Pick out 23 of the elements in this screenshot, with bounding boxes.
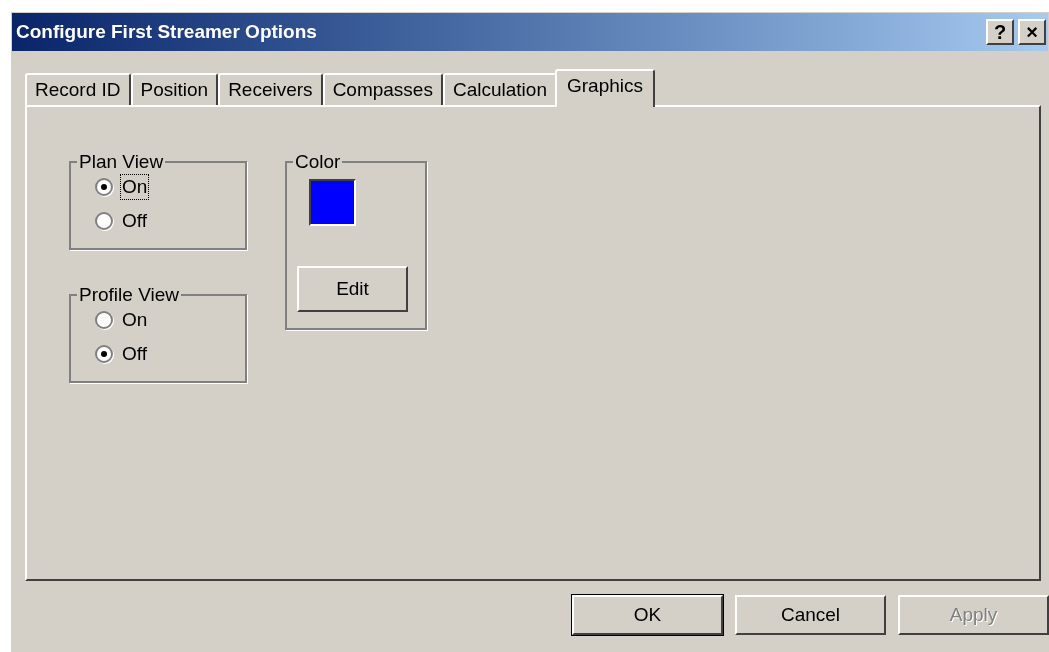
tab[interactable]: Calculation	[442, 73, 557, 105]
radio-button[interactable]	[95, 345, 113, 363]
radio-label: On	[121, 308, 149, 332]
group-label: Plan View	[78, 151, 165, 173]
edit-button[interactable]: Edit	[297, 266, 408, 312]
radio-label: Off	[121, 209, 148, 233]
window-title: Configure First Streamer Options	[16, 19, 318, 44]
tab[interactable]: Graphics	[554, 69, 655, 107]
radio-label: On	[121, 175, 149, 199]
group-label: Profile View	[78, 284, 180, 306]
dialog-button[interactable]: OK	[572, 595, 723, 635]
help-button[interactable]: ?	[986, 19, 1014, 45]
group-label: Color	[294, 151, 342, 173]
tab[interactable]: Receivers	[218, 73, 323, 105]
radio-button[interactable]	[95, 178, 113, 196]
radio-label: Off	[121, 342, 148, 366]
radio-button[interactable]	[95, 212, 113, 230]
tab[interactable]: Position	[130, 73, 219, 105]
radio-button[interactable]	[95, 311, 113, 329]
close-button[interactable]: ×	[1018, 19, 1046, 45]
tab[interactable]: Compasses	[322, 73, 443, 105]
tab[interactable]: Record ID	[25, 73, 131, 105]
dialog-button[interactable]: Cancel	[735, 595, 886, 635]
